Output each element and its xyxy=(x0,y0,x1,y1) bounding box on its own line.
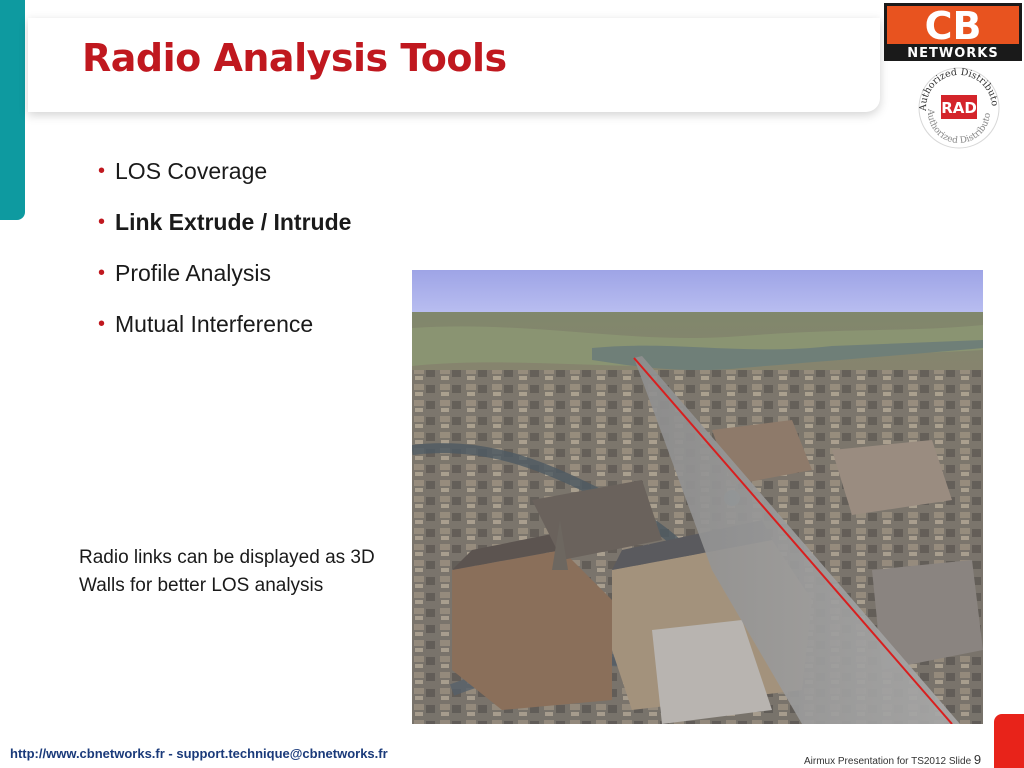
bullet-dot-icon: • xyxy=(98,210,106,233)
footer-slide-info: Airmux Presentation for TS2012 Slide 9 xyxy=(804,752,981,767)
footer-presentation-text: Airmux Presentation for TS2012 Slide xyxy=(804,756,972,767)
seal-center-text: RAD xyxy=(941,99,977,117)
logo-brand-top: CB xyxy=(925,4,982,48)
rad-distributor-seal: Authorized Distributor Authorized Distri… xyxy=(914,62,1000,149)
bullet-dot-icon: • xyxy=(98,159,106,182)
bullet-text: LOS Coverage xyxy=(115,157,268,184)
image-caption: Radio links can be displayed as 3D Walls… xyxy=(79,544,409,600)
footer-page-number: 9 xyxy=(973,752,982,767)
bullet-text: Profile Analysis xyxy=(115,259,271,286)
accent-bar-bottom xyxy=(994,714,1024,768)
bullet-item-mutual-interference: • Mutual Interference xyxy=(98,298,351,349)
bullet-item-los-coverage: • LOS Coverage xyxy=(98,145,351,196)
caption-line-1: Radio links can be displayed as 3D xyxy=(79,547,375,568)
caption-line-2: Walls for better LOS analysis xyxy=(79,575,324,596)
bullet-item-link-extrude: • Link Extrude / Intrude xyxy=(98,196,351,247)
bullet-dot-icon: • xyxy=(98,261,106,284)
accent-bar-top xyxy=(0,0,25,220)
logo-brand-bottom: NETWORKS xyxy=(907,46,998,61)
bullet-list: • LOS Coverage • Link Extrude / Intrude • P… xyxy=(98,145,351,349)
cb-networks-logo: CB NETWORKS xyxy=(884,3,1022,61)
3d-city-map-icon xyxy=(412,270,983,724)
bullet-text: Link Extrude / Intrude xyxy=(115,208,352,235)
bullet-item-profile-analysis: • Profile Analysis xyxy=(98,247,351,298)
footer-contact: http://www.cbnetworks.fr - support.techn… xyxy=(10,746,388,761)
bullet-text: Mutual Interference xyxy=(115,310,314,337)
bullet-dot-icon: • xyxy=(98,312,106,335)
slide-title: Radio Analysis Tools xyxy=(82,36,507,80)
